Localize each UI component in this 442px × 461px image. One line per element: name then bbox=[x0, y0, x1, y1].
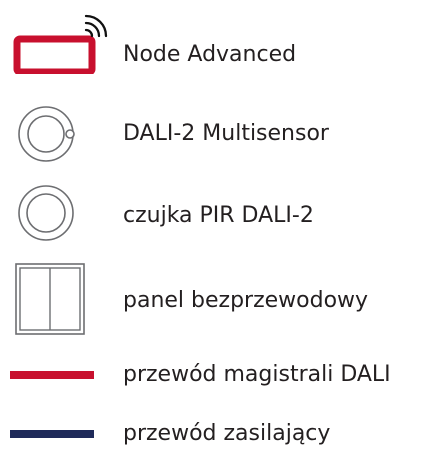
legend-label: panel bezprzewodowy bbox=[123, 288, 369, 313]
legend-label: przewód magistrali DALI bbox=[123, 362, 391, 387]
legend-label: Node Advanced bbox=[123, 42, 297, 67]
pir-sensor-icon bbox=[18, 185, 74, 241]
legend-label: czujka PIR DALI-2 bbox=[123, 203, 314, 228]
node-advanced-device-icon bbox=[13, 14, 108, 74]
legend-label: DALI-2 Multisensor bbox=[123, 121, 329, 146]
wireless-signal-icon bbox=[84, 14, 108, 38]
wireless-panel-icon bbox=[15, 263, 85, 335]
multisensor-icon bbox=[18, 106, 75, 162]
power-line-icon bbox=[10, 430, 94, 438]
dali-bus-line-icon bbox=[10, 371, 94, 379]
legend-label: przewód zasilający bbox=[123, 421, 331, 446]
